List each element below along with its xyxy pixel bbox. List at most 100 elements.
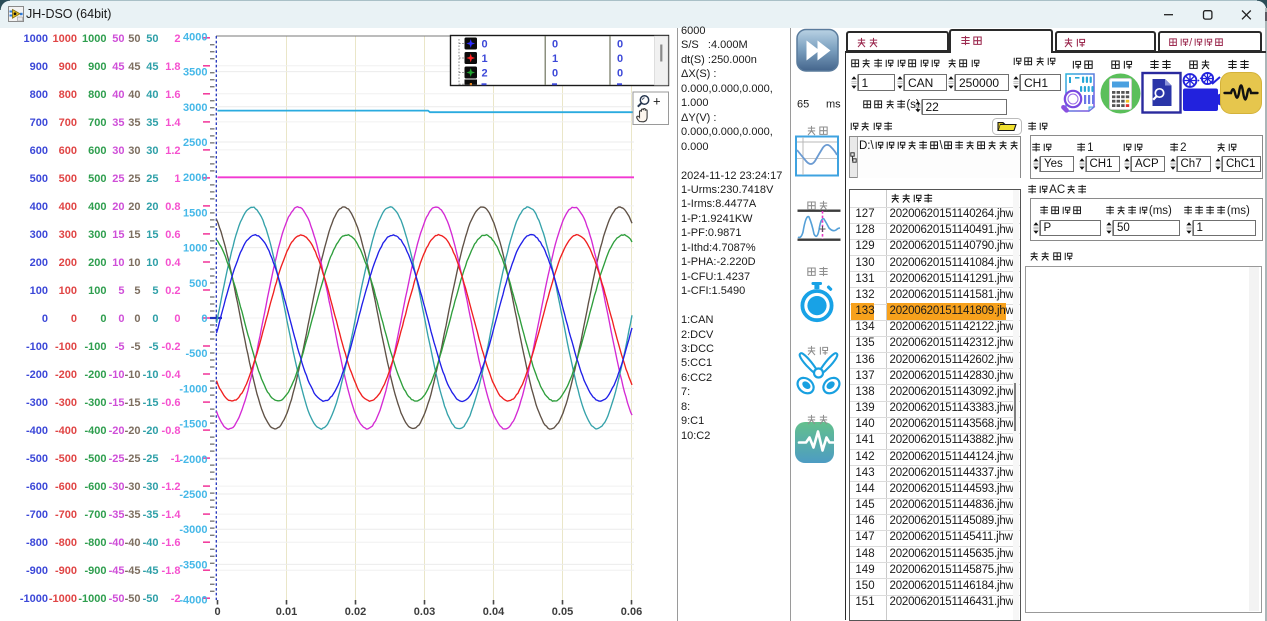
svg-text:600: 600 <box>88 145 106 157</box>
svg-text:500: 500 <box>189 278 207 290</box>
svg-text:1000: 1000 <box>24 33 48 45</box>
svg-text:300: 300 <box>30 229 48 241</box>
svg-text:-10: -10 <box>109 369 125 381</box>
svg-text:+: + <box>653 94 661 109</box>
svg-text:5: 5 <box>134 285 140 297</box>
svg-text:800: 800 <box>30 89 48 101</box>
svg-text:-1000: -1000 <box>179 383 207 395</box>
svg-text:-600: -600 <box>26 481 48 493</box>
svg-text:-600: -600 <box>84 481 106 493</box>
svg-text:-300: -300 <box>55 397 77 409</box>
svg-text:-3500: -3500 <box>179 559 207 571</box>
svg-text:-800: -800 <box>55 537 77 549</box>
svg-text:0.6: 0.6 <box>165 229 180 241</box>
svg-text:-10: -10 <box>143 369 159 381</box>
svg-text:0: 0 <box>174 313 180 325</box>
svg-text:-1.6: -1.6 <box>162 537 181 549</box>
svg-text:-300: -300 <box>26 397 48 409</box>
svg-text:-800: -800 <box>26 537 48 549</box>
svg-text:-20: -20 <box>125 425 141 437</box>
svg-text:0: 0 <box>152 313 158 325</box>
svg-text:20: 20 <box>128 201 140 213</box>
svg-text:10: 10 <box>112 257 124 269</box>
svg-text:4000: 4000 <box>183 31 207 43</box>
svg-text:25: 25 <box>146 173 158 185</box>
svg-text:300: 300 <box>88 229 106 241</box>
svg-text:0.06: 0.06 <box>621 606 642 618</box>
svg-text:10: 10 <box>128 257 140 269</box>
svg-text:45: 45 <box>128 61 140 73</box>
svg-text:0: 0 <box>100 313 106 325</box>
svg-text:1: 1 <box>552 53 558 65</box>
svg-text:0: 0 <box>552 68 558 80</box>
svg-text:1000: 1000 <box>183 243 207 255</box>
svg-text:15: 15 <box>112 229 124 241</box>
svg-text:0: 0 <box>552 39 558 51</box>
svg-text:0: 0 <box>214 606 220 618</box>
svg-text:0: 0 <box>42 313 48 325</box>
svg-text:25: 25 <box>112 173 124 185</box>
svg-text:0: 0 <box>617 68 623 80</box>
svg-text:900: 900 <box>88 61 106 73</box>
svg-text:3000: 3000 <box>183 102 207 114</box>
svg-text:700: 700 <box>30 117 48 129</box>
svg-text:-50: -50 <box>125 593 141 605</box>
svg-text:30: 30 <box>146 145 158 157</box>
svg-text:-400: -400 <box>84 425 106 437</box>
svg-text:700: 700 <box>88 117 106 129</box>
svg-text:500: 500 <box>30 173 48 185</box>
svg-text:400: 400 <box>88 201 106 213</box>
svg-text:-900: -900 <box>55 565 77 577</box>
svg-text:-500: -500 <box>55 453 77 465</box>
svg-text:-400: -400 <box>55 425 77 437</box>
svg-text:35: 35 <box>146 117 158 129</box>
svg-text:500: 500 <box>88 173 106 185</box>
svg-text:800: 800 <box>59 89 77 101</box>
svg-text:-0.6: -0.6 <box>162 397 181 409</box>
svg-text:-25: -25 <box>143 453 159 465</box>
svg-text:-1000: -1000 <box>78 593 106 605</box>
svg-text:1: 1 <box>174 173 180 185</box>
svg-text:-300: -300 <box>84 397 106 409</box>
svg-text:-1.4: -1.4 <box>162 509 182 521</box>
svg-text:-25: -25 <box>125 453 141 465</box>
svg-text:-40: -40 <box>125 537 141 549</box>
svg-text:-800: -800 <box>84 537 106 549</box>
svg-text:500: 500 <box>59 173 77 185</box>
svg-text:-100: -100 <box>55 341 77 353</box>
svg-text:0.04: 0.04 <box>483 606 505 618</box>
svg-text:-3000: -3000 <box>179 524 207 536</box>
svg-text:35: 35 <box>128 117 140 129</box>
svg-text:-45: -45 <box>125 565 141 577</box>
svg-text:-15: -15 <box>143 397 159 409</box>
svg-text:-20: -20 <box>109 425 125 437</box>
svg-text:1000: 1000 <box>82 33 106 45</box>
svg-text:-0.2: -0.2 <box>162 341 181 353</box>
svg-text:15: 15 <box>146 229 158 241</box>
svg-text:-0.4: -0.4 <box>162 369 182 381</box>
svg-text:-5: -5 <box>115 341 125 353</box>
svg-text:1000: 1000 <box>53 33 77 45</box>
svg-text:20: 20 <box>146 201 158 213</box>
svg-text:-100: -100 <box>84 341 106 353</box>
svg-text:0.8: 0.8 <box>165 201 180 213</box>
svg-text:0.4: 0.4 <box>165 257 181 269</box>
svg-text:ms: ms <box>826 99 841 111</box>
svg-text:0.01: 0.01 <box>276 606 297 618</box>
svg-text:-200: -200 <box>26 369 48 381</box>
svg-text:-200: -200 <box>55 369 77 381</box>
svg-text:15: 15 <box>128 229 140 241</box>
svg-text:700: 700 <box>59 117 77 129</box>
svg-text:-900: -900 <box>84 565 106 577</box>
svg-text:50: 50 <box>146 33 158 45</box>
svg-text:0.02: 0.02 <box>345 606 366 618</box>
svg-text:50: 50 <box>128 33 140 45</box>
svg-text:10: 10 <box>146 257 158 269</box>
svg-text:200: 200 <box>30 257 48 269</box>
svg-text:5: 5 <box>118 285 124 297</box>
svg-text:-20: -20 <box>143 425 159 437</box>
svg-text:-35: -35 <box>125 509 141 521</box>
svg-text:900: 900 <box>30 61 48 73</box>
svg-text:400: 400 <box>30 201 48 213</box>
svg-text:1.4: 1.4 <box>165 117 181 129</box>
